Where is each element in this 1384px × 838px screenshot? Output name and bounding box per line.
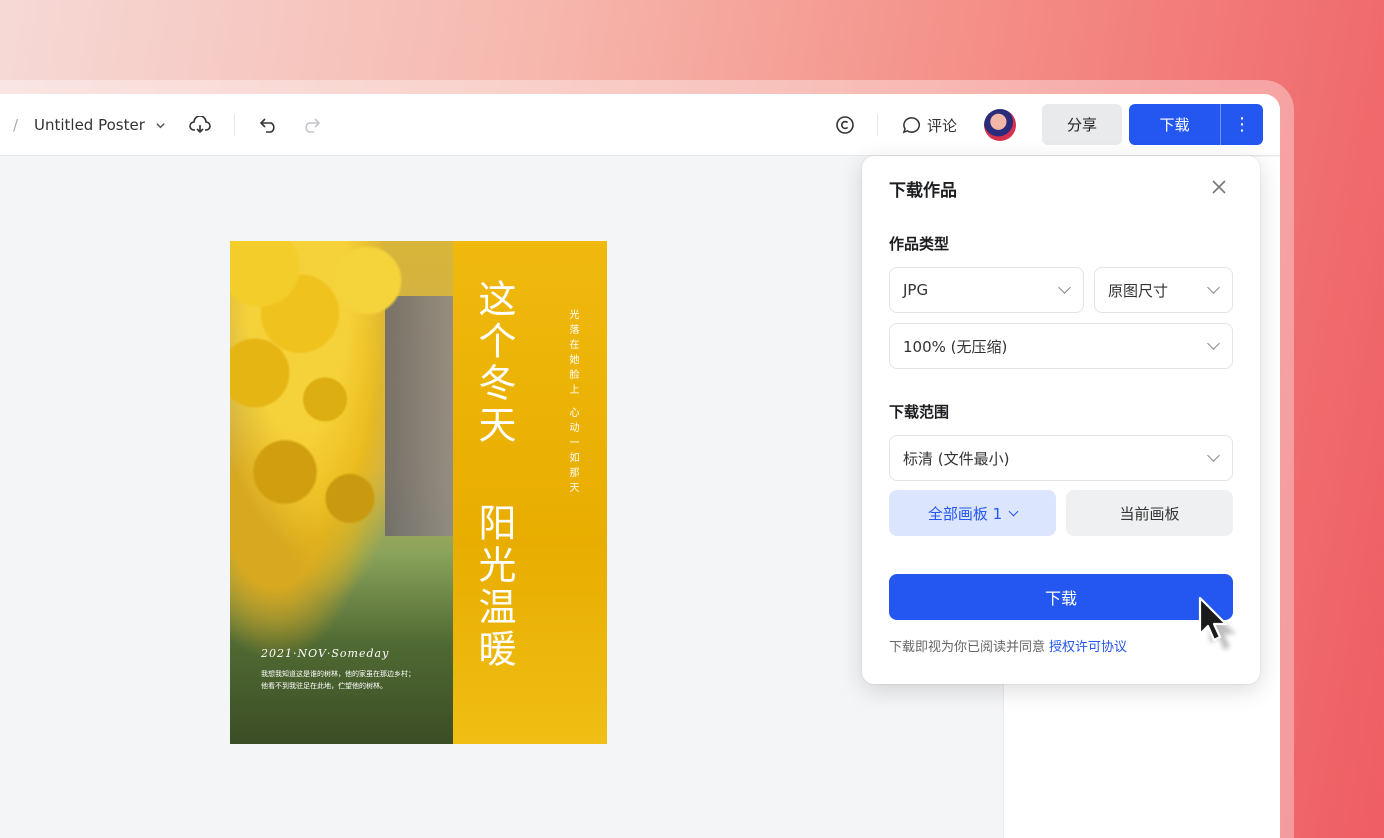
document-title-menu[interactable]: Untitled Poster <box>34 94 166 156</box>
breadcrumb-separator: / <box>13 116 19 134</box>
undo-button[interactable] <box>254 94 284 156</box>
comment-button[interactable]: 评论 <box>902 94 957 156</box>
comment-label: 评论 <box>927 116 958 135</box>
chevron-down-icon <box>1207 449 1220 462</box>
undo-icon <box>260 118 275 133</box>
resolution-select[interactable]: 标清 (文件最小) <box>889 435 1233 481</box>
format-select[interactable]: JPG <box>889 267 1084 313</box>
cloud-sync-icon <box>189 116 211 134</box>
current-board-button[interactable]: 当前画板 <box>1066 490 1233 536</box>
poster-title-line2: 阳光温暖 <box>472 503 516 672</box>
agreement-text: 下载即视为你已阅读并同意 <box>889 640 1046 655</box>
toolbar-divider <box>877 114 878 136</box>
quality-value: 100% (无压缩) <box>903 337 1008 356</box>
work-type-label: 作品类型 <box>889 235 950 253</box>
size-value: 原图尺寸 <box>1108 281 1169 300</box>
chevron-down-icon <box>1207 281 1220 294</box>
poster-ginkgo-leaves <box>230 241 480 571</box>
user-avatar[interactable] <box>984 109 1016 141</box>
copyright-button[interactable] <box>830 94 860 156</box>
poster-canvas[interactable]: 这个冬天 阳光温暖 光落在她脸上 心动一如那天 2021·NOV·Someday… <box>230 241 607 744</box>
download-panel-title: 下载作品 <box>889 181 957 201</box>
poster-title-line1: 这个冬天 <box>472 279 516 447</box>
chevron-down-icon <box>1058 281 1071 294</box>
format-value: JPG <box>903 281 929 299</box>
poster-vertical-caption: 光落在她脸上 心动一如那天 <box>567 309 578 498</box>
download-button[interactable]: 下载 <box>1129 104 1221 145</box>
redo-icon <box>305 118 320 133</box>
poster-title: 这个冬天 阳光温暖 <box>472 279 516 671</box>
toolbar-divider <box>234 114 235 136</box>
quality-select[interactable]: 100% (无压缩) <box>889 323 1233 369</box>
poster-desc-line: 我想我知道这是谁的树林，他的家虽在那边乡村； <box>261 670 415 678</box>
chevron-down-icon <box>156 122 165 128</box>
resolution-value: 标清 (文件最小) <box>903 449 1010 468</box>
size-select[interactable]: 原图尺寸 <box>1094 267 1233 313</box>
all-boards-button[interactable]: 全部画板 1 <box>889 490 1056 536</box>
mouse-pointer-icon <box>1198 596 1236 650</box>
download-range-label: 下载范围 <box>889 403 950 421</box>
close-icon <box>1212 180 1226 194</box>
redo-button[interactable] <box>296 94 326 156</box>
download-button-group: 下载 ⋮ <box>1129 104 1263 145</box>
chevron-down-icon <box>1008 506 1019 516</box>
all-boards-label: 全部画板 1 <box>927 504 1003 523</box>
top-toolbar: . / Untitled Poster 评论 分享 下载 ⋮ <box>0 94 1280 156</box>
confirm-download-button[interactable]: 下载 <box>889 574 1233 620</box>
agreement-note: 下载即视为你已阅读并同意 授权许可协议 <box>889 636 1127 655</box>
cloud-sync-button[interactable] <box>185 94 215 156</box>
chevron-down-icon <box>1207 337 1220 350</box>
share-button[interactable]: 分享 <box>1042 104 1122 145</box>
more-vertical-icon[interactable]: ⋮ <box>1221 104 1263 145</box>
comment-icon <box>902 116 920 133</box>
copyright-icon <box>836 116 854 134</box>
poster-description: 我想我知道这是谁的树林，他的家虽在那边乡村； 他看不到我驻足在此地，伫望他的树林… <box>261 668 451 692</box>
document-title: Untitled Poster <box>34 116 145 134</box>
poster-desc-line: 他看不到我驻足在此地，伫望他的树林。 <box>261 682 387 690</box>
close-button[interactable] <box>1206 174 1232 200</box>
license-agreement-link[interactable]: 授权许可协议 <box>1049 640 1127 655</box>
poster-date: 2021·NOV·Someday <box>261 647 390 660</box>
